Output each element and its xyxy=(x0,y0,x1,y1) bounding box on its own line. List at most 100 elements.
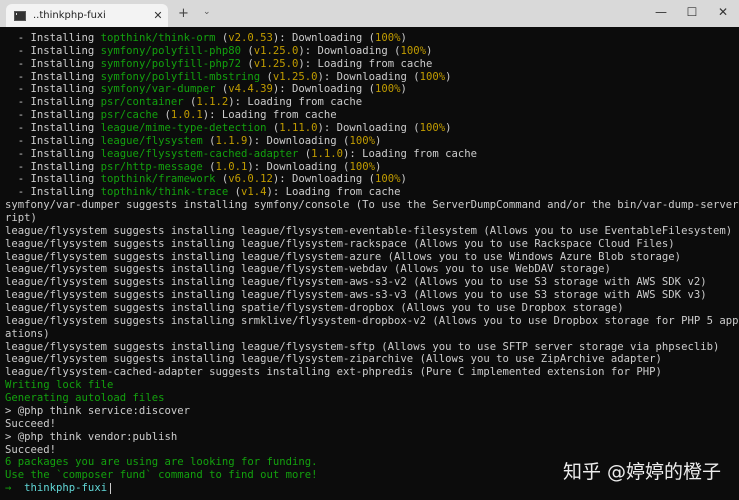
title-bar: ..thinkphp-fuxi ✕ + ⌄ — ☐ ✕ xyxy=(0,0,739,27)
terminal-text-segment: v1.25.0 xyxy=(253,44,299,57)
terminal-text-segment: league/flysystem-cached-adapter suggests… xyxy=(5,366,662,379)
terminal-text-segment: 100% xyxy=(419,122,446,135)
terminal-text-segment: league/flysystem suggests installing lea… xyxy=(5,224,733,237)
terminal-text-segment: ) xyxy=(400,173,407,186)
terminal-text-segment: league/flysystem-cached-adapter xyxy=(100,147,299,160)
terminal-text-segment: ( xyxy=(215,32,229,44)
terminal-text-segment: v4.4.39 xyxy=(228,83,273,96)
terminal-text-segment: ): Downloading ( xyxy=(247,134,350,147)
terminal-text-segment: league/flysystem suggests installing lea… xyxy=(5,263,611,276)
terminal-line: league/flysystem suggests installing srm… xyxy=(5,315,739,328)
terminal-line: Generating autoload files xyxy=(5,392,739,405)
terminal-line: - Installing topthink/framework (v6.0.12… xyxy=(5,173,739,186)
terminal-line: - Installing topthink/think-trace (v1.4)… xyxy=(5,186,739,199)
terminal-text-segment: v6.0.12 xyxy=(228,173,273,186)
chevron-down-icon[interactable]: ⌄ xyxy=(203,7,211,17)
terminal-text-segment: 100% xyxy=(400,44,426,57)
prompt-line[interactable]: → thinkphp-fuxi xyxy=(5,482,739,495)
terminal-line: ript) xyxy=(5,212,739,225)
terminal-text-segment: 1.0.1 xyxy=(215,160,248,173)
terminal-line: > @php think service:discover xyxy=(5,405,739,418)
terminal-text-segment: ) xyxy=(400,83,407,96)
close-button[interactable]: ✕ xyxy=(708,5,738,19)
terminal-text-segment: Generating autoload files xyxy=(5,392,165,405)
terminal-line: Writing lock file xyxy=(5,379,739,392)
terminal-line: league/flysystem suggests installing lea… xyxy=(5,289,739,302)
terminal-text-segment: league/flysystem suggests installing lea… xyxy=(5,340,720,353)
terminal-text-segment: league/flysystem suggests installing spa… xyxy=(5,302,624,315)
terminal-text-segment: - Installing xyxy=(5,96,101,109)
terminal-output[interactable]: - Installing topthink/think-orm (v2.0.53… xyxy=(0,27,739,500)
terminal-line: - Installing symfony/polyfill-php80 (v1.… xyxy=(5,45,739,58)
terminal-text-segment: ): Loading from cache xyxy=(228,96,363,109)
terminal-text-segment: 1.0.1 xyxy=(170,109,203,122)
terminal-text-segment: v1.25.0 xyxy=(272,70,318,83)
terminal-text-segment: topthink/think-orm xyxy=(100,32,216,44)
tab-thinkphp-fuxi[interactable]: ..thinkphp-fuxi ✕ xyxy=(6,4,168,27)
terminal-line: - Installing symfony/polyfill-php72 (v1.… xyxy=(5,58,739,71)
terminal-text-segment: v1.4 xyxy=(241,186,267,199)
terminal-text-segment: - Installing xyxy=(5,173,101,186)
terminal-text-segment: topthink/think-trace xyxy=(100,186,229,199)
terminal-text-segment: - Installing xyxy=(5,147,101,160)
terminal-text-segment: symfony/var-dumper xyxy=(100,83,216,96)
terminal-line: - Installing psr/cache (1.0.1): Loading … xyxy=(5,109,739,122)
watermark: 知乎 @婷婷的橙子 xyxy=(562,461,721,483)
terminal-text-segment: 1.1.0 xyxy=(311,147,344,160)
terminal-text-segment: > @php think service:discover xyxy=(5,404,190,417)
tab-title: ..thinkphp-fuxi xyxy=(33,10,106,21)
minimize-button[interactable]: — xyxy=(646,5,676,19)
terminal-text-segment: ( xyxy=(298,147,312,160)
terminal-line: league/flysystem suggests installing lea… xyxy=(5,225,739,238)
terminal-text-segment: ( xyxy=(260,70,273,83)
terminal-text-segment: 1.1.2 xyxy=(196,96,229,109)
terminal-text-segment: league/flysystem suggests installing lea… xyxy=(5,237,675,250)
prompt-arrow-icon: → xyxy=(5,482,12,495)
terminal-text-segment: 1.1.9 xyxy=(215,134,248,147)
terminal-text-segment: league/mime-type-detection xyxy=(100,122,267,135)
terminal-text-segment: ) xyxy=(400,32,407,44)
terminal-text-segment: - Installing xyxy=(5,44,101,57)
terminal-text-segment: Use the `composer fund` command to find … xyxy=(5,469,318,482)
terminal-text-segment: 100% xyxy=(374,83,401,96)
terminal-text-segment: ): Downloading ( xyxy=(298,44,401,57)
terminal-line: league/flysystem suggests installing lea… xyxy=(5,341,739,354)
terminal-text-segment: - Installing xyxy=(5,32,101,44)
terminal-text-segment: league/flysystem suggests installing lea… xyxy=(5,353,662,366)
terminal-text-segment: ations) xyxy=(5,327,50,340)
terminal-line: league/flysystem suggests installing lea… xyxy=(5,238,739,251)
terminal-text-segment: league/flysystem suggests installing srm… xyxy=(5,314,739,327)
terminal-text-segment: ): Downloading ( xyxy=(317,122,420,135)
terminal-text-segment: ( xyxy=(241,57,254,70)
terminal-text-segment: ): Downloading ( xyxy=(247,160,350,173)
terminal-text-segment: ) xyxy=(374,134,382,147)
terminal-text-segment: Succeed! xyxy=(5,417,57,430)
terminal-line: - Installing psr/container (1.1.2): Load… xyxy=(5,96,739,109)
terminal-text-segment: - Installing xyxy=(5,160,101,173)
terminal-text-segment: ) xyxy=(374,160,382,173)
terminal-line: league/flysystem suggests installing spa… xyxy=(5,302,739,315)
terminal-text-segment: ( xyxy=(241,44,254,57)
terminal-text-segment: 100% xyxy=(349,160,375,173)
terminal-lines: - Installing topthink/think-orm (v2.0.53… xyxy=(5,32,739,495)
terminal-text-segment: psr/cache xyxy=(100,109,159,122)
terminal-text-segment: ( xyxy=(158,109,171,122)
terminal-line: Succeed! xyxy=(5,418,739,431)
maximize-button[interactable]: ☐ xyxy=(677,5,707,19)
new-tab-button[interactable]: + xyxy=(178,6,189,21)
tab-close-icon[interactable]: ✕ xyxy=(148,9,168,22)
terminal-text-segment: ( xyxy=(202,160,216,173)
terminal-text-segment: league/flysystem suggests installing lea… xyxy=(5,276,707,289)
terminal-line: - Installing symfony/polyfill-mbstring (… xyxy=(5,71,739,84)
terminal-text-segment: ( xyxy=(215,83,229,96)
terminal-text-segment: - Installing xyxy=(5,109,101,122)
terminal-text-segment: symfony/polyfill-php80 xyxy=(100,44,241,57)
terminal-text-segment: - Installing xyxy=(5,70,101,83)
terminal-text-segment: ): Downloading ( xyxy=(272,32,375,44)
terminal-text-segment: ( xyxy=(183,96,197,109)
terminal-line: - Installing league/mime-type-detection … xyxy=(5,122,739,135)
terminal-text-segment: ( xyxy=(202,134,216,147)
terminal-text-segment: 100% xyxy=(419,70,446,83)
terminal-text-segment: ): Downloading ( xyxy=(272,83,375,96)
terminal-line: league/flysystem-cached-adapter suggests… xyxy=(5,366,739,379)
